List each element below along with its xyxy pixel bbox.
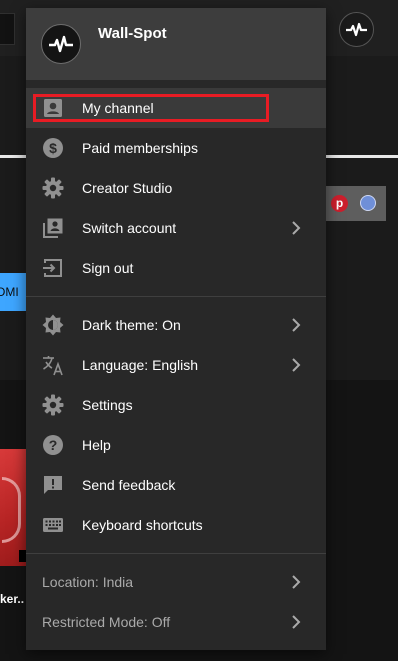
menu-items: My channel $ Paid memberships Creator St… xyxy=(26,88,326,642)
divider xyxy=(26,553,326,554)
globe-icon[interactable] xyxy=(360,195,376,211)
svg-text:?: ? xyxy=(49,437,58,453)
account-header: Wall-Spot xyxy=(26,8,326,80)
dollar-icon: $ xyxy=(41,136,65,160)
menu-item-label: Send feedback xyxy=(82,477,176,493)
menu-item-sign-out[interactable]: Sign out xyxy=(26,248,326,288)
account-avatar-button[interactable] xyxy=(339,12,374,47)
gear-icon xyxy=(41,176,65,200)
menu-item-dark-theme[interactable]: Dark theme: On xyxy=(26,305,326,345)
menu-item-label: Creator Studio xyxy=(82,180,173,196)
keyboard-icon xyxy=(41,513,65,537)
menu-item-label: Help xyxy=(82,437,111,453)
menu-item-label: Dark theme: On xyxy=(82,317,181,333)
theme-icon xyxy=(41,313,65,337)
menu-item-label: Location: India xyxy=(42,574,134,590)
wave-logo-icon xyxy=(49,35,73,53)
chevron-right-icon xyxy=(292,615,301,629)
account-avatar xyxy=(41,24,81,64)
menu-item-my-channel[interactable]: My channel xyxy=(26,88,326,128)
chevron-right-icon xyxy=(292,575,301,589)
menu-item-label: Language: English xyxy=(82,357,198,373)
menu-item-switch-account[interactable]: Switch account xyxy=(26,208,326,248)
pinterest-icon[interactable]: p xyxy=(331,195,348,212)
menu-item-send-feedback[interactable]: Send feedback xyxy=(26,465,326,505)
menu-item-label: Settings xyxy=(82,397,133,413)
menu-item-help[interactable]: ? Help xyxy=(26,425,326,465)
person-box-icon xyxy=(41,96,65,120)
chevron-right-icon xyxy=(292,318,301,332)
switch-account-icon xyxy=(41,216,65,240)
search-box-edge[interactable] xyxy=(0,13,15,45)
menu-item-creator-studio[interactable]: Creator Studio xyxy=(26,168,326,208)
menu-item-label: Paid memberships xyxy=(82,140,198,156)
menu-item-language[interactable]: Language: English xyxy=(26,345,326,385)
help-icon: ? xyxy=(41,433,65,457)
translate-icon xyxy=(41,353,65,377)
chevron-right-icon xyxy=(292,221,301,235)
menu-item-keyboard-shortcuts[interactable]: Keyboard shortcuts xyxy=(26,505,326,545)
menu-item-location[interactable]: Location: India xyxy=(26,562,326,602)
menu-item-settings[interactable]: Settings xyxy=(26,385,326,425)
wave-logo-icon xyxy=(346,22,367,37)
chevron-right-icon xyxy=(292,358,301,372)
menu-item-label: Restricted Mode: Off xyxy=(42,614,171,630)
account-name: Wall-Spot xyxy=(98,25,167,42)
divider xyxy=(26,296,326,297)
video-thumbnail[interactable] xyxy=(0,449,27,566)
menu-item-restricted-mode[interactable]: Restricted Mode: Off xyxy=(26,602,326,642)
svg-text:$: $ xyxy=(49,140,57,156)
video-title-partial[interactable]: ker.. xyxy=(0,592,24,606)
account-menu: Wall-Spot My channel $ Paid memberships … xyxy=(26,8,326,650)
sign-out-icon xyxy=(41,256,65,280)
menu-item-label: Sign out xyxy=(82,260,134,276)
feedback-icon xyxy=(41,473,65,497)
menu-item-label: My channel xyxy=(82,100,154,116)
gear-icon xyxy=(41,393,65,417)
menu-item-label: Switch account xyxy=(82,220,177,236)
menu-item-paid-memberships[interactable]: $ Paid memberships xyxy=(26,128,326,168)
menu-item-label: Keyboard shortcuts xyxy=(82,517,203,533)
subscribe-button-partial[interactable]: OMI xyxy=(0,273,27,311)
